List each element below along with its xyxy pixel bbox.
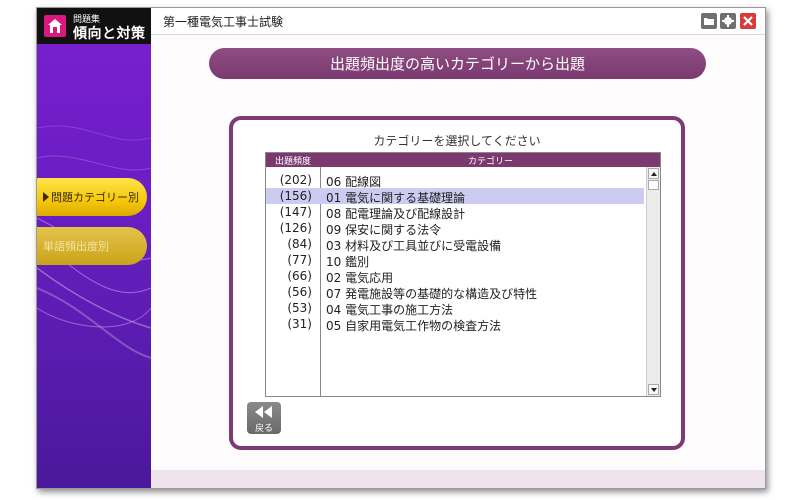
sidebar-item-label: 単語頻出度別 (43, 240, 109, 253)
folder-icon[interactable] (701, 13, 717, 29)
list-item[interactable]: (53) 04 電気工事の施工方法 (266, 300, 644, 317)
frequency: (31) (287, 317, 312, 331)
gear-icon[interactable] (720, 13, 736, 29)
list-header: 出題頻度 カテゴリー (266, 153, 660, 167)
frequency: (202) (279, 173, 312, 187)
sidebar-item-category[interactable]: 問題カテゴリー別 (37, 178, 147, 216)
list-item[interactable]: (202) 06 配線図 (266, 172, 644, 189)
scroll-thumb[interactable] (648, 180, 659, 190)
close-icon[interactable] (740, 13, 756, 29)
scroll-down-button[interactable] (648, 384, 659, 395)
list-item-selected[interactable]: (156) 01 電気に関する基礎理論 (266, 188, 644, 205)
title-bar: 第一種電気工事士試験 (151, 8, 765, 35)
arrow-up-icon (651, 172, 657, 176)
list-rows: (202) 06 配線図 (156) 01 電気に関する基礎理論 (147) 08 配… (266, 172, 644, 333)
category-list[interactable]: 出題頻度 カテゴリー (202) 06 配線図 (156) 01 電気に関する基礎理… (265, 152, 661, 397)
column-header-category: カテゴリー (467, 157, 513, 167)
page-title: 出題頻出度の高いカテゴリーから出題 (209, 48, 706, 79)
frequency: (56) (287, 285, 312, 299)
column-header-frequency: 出題頻度 (274, 157, 311, 167)
window-title: 第一種電気工事士試験 (163, 15, 284, 29)
app-logo: 問題集 傾向と対策 (37, 8, 151, 44)
frequency: (156) (279, 189, 312, 203)
category-name: 05 自家用電気工作物の検査方法 (326, 319, 502, 333)
panel-title: カテゴリーを選択してください (373, 134, 541, 148)
list-item[interactable]: (77) 10 鑑別 (266, 252, 644, 269)
frequency: (84) (287, 237, 312, 251)
scroll-up-button[interactable] (648, 168, 659, 179)
frequency: (77) (287, 253, 312, 267)
category-panel: カテゴリーを選択してください 出題頻度 カテゴリー (202) 06 配線図 (1… (229, 116, 685, 450)
list-item[interactable]: (84) 03 材料及び工具並びに受電設備 (266, 236, 644, 253)
list-item[interactable]: (126) 09 保安に関する法令 (266, 220, 644, 237)
list-item[interactable]: (66) 02 電気応用 (266, 268, 644, 285)
footer-strip (151, 470, 765, 488)
sidebar-item-label: 問題カテゴリー別 (51, 191, 139, 204)
frequency: (126) (279, 221, 312, 235)
sidebar-item-word-frequency[interactable]: 単語頻出度別 (37, 227, 147, 265)
list-item[interactable]: (147) 08 配電理論及び配線設計 (266, 204, 644, 221)
back-button-label: 戻る (254, 424, 273, 434)
logo-title: 傾向と対策 (73, 26, 146, 42)
sidebar: 問題集 傾向と対策 問題カテゴリー別 単語頻出度別 (37, 8, 151, 488)
rewind-icon (255, 406, 272, 418)
frequency: (53) (287, 301, 312, 315)
play-arrow-icon (43, 192, 49, 202)
house-icon (44, 15, 66, 37)
vertical-scrollbar[interactable] (646, 167, 660, 396)
frequency: (66) (287, 269, 312, 283)
frequency: (147) (279, 205, 312, 219)
list-item[interactable]: (31) 05 自家用電気工作物の検査方法 (266, 316, 644, 333)
app-window: 問題集 傾向と対策 問題カテゴリー別 単語頻出度別 第一種電気工事士試験 出題頻… (36, 7, 766, 489)
back-button[interactable]: 戻る (247, 402, 281, 434)
arrow-down-icon (651, 388, 657, 392)
list-item[interactable]: (56) 07 発電施設等の基礎的な構造及び特性 (266, 284, 644, 301)
